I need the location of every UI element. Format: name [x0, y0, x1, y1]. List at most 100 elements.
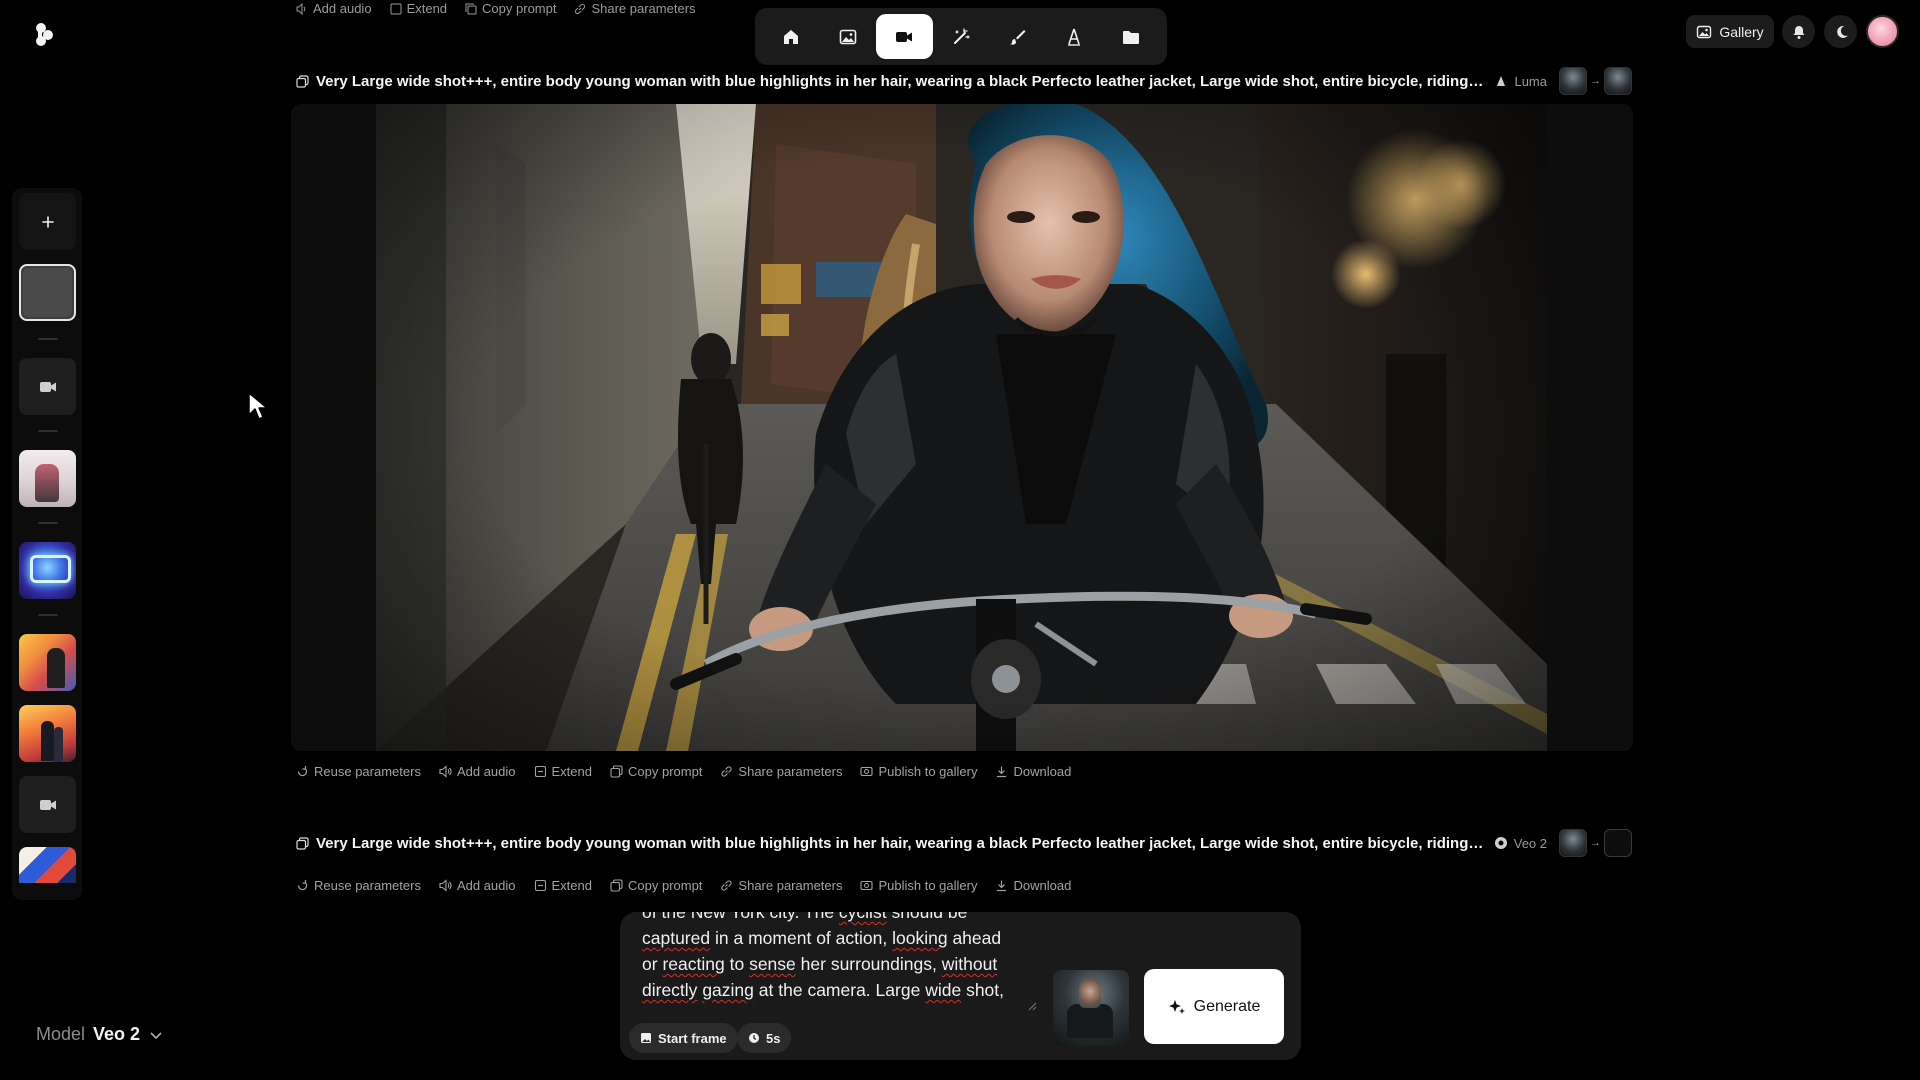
video-frame — [376, 104, 1547, 751]
brush-icon — [1009, 29, 1026, 45]
start-frame-preview[interactable] — [1053, 970, 1129, 1046]
history-item-thumbnail[interactable] — [19, 542, 76, 599]
history-item-video[interactable] — [19, 776, 76, 833]
speaker-icon — [439, 879, 452, 892]
gallery-icon — [1697, 25, 1712, 38]
add-audio-action[interactable]: Add audio — [439, 764, 516, 779]
notifications-button[interactable] — [1782, 15, 1815, 48]
publish-to-gallery-action[interactable]: Publish to gallery — [860, 764, 977, 779]
extend-action[interactable]: Extend — [534, 878, 592, 893]
sidebar-divider — [38, 430, 58, 432]
share-parameters-action[interactable]: Share parameters — [720, 764, 842, 779]
krea-logo[interactable] — [30, 20, 58, 48]
nav-enhance[interactable] — [933, 14, 990, 59]
publish-to-gallery-action[interactable]: Publish to gallery — [860, 878, 977, 893]
add-audio-action[interactable]: Add audio — [296, 1, 372, 16]
copy-prompt-action[interactable]: Copy prompt — [610, 878, 702, 893]
prompt-line: directly gazing at the camera. Large wid… — [642, 980, 1005, 1000]
speaker-icon — [439, 765, 452, 778]
end-frame-thumbnail[interactable] — [1604, 67, 1632, 95]
prompt-composer: of the New York city. The cyclist should… — [620, 912, 1301, 1060]
extend-icon — [534, 879, 546, 892]
nav-assets[interactable] — [1102, 14, 1159, 59]
end-frame-empty[interactable] — [1604, 829, 1632, 857]
reuse-icon — [297, 880, 308, 891]
generation-actions: Reuse parameters Add audio Extend Copy p… — [296, 878, 1071, 893]
prompt-line: or reacting to sense her surroundings, w… — [642, 954, 998, 974]
video-icon — [39, 381, 56, 392]
nav-video[interactable] — [876, 14, 933, 59]
theme-toggle-button[interactable] — [1824, 15, 1857, 48]
video-icon — [39, 799, 56, 810]
share-parameters-action[interactable]: Share parameters — [720, 878, 842, 893]
prompt-textarea[interactable]: of the New York city. The cyclist should… — [642, 912, 1042, 1016]
history-item-thumbnail[interactable] — [19, 705, 76, 762]
download-action[interactable]: Download — [995, 878, 1071, 893]
engine-badge: Luma — [1494, 74, 1547, 89]
main-nav — [755, 8, 1167, 65]
download-action[interactable]: Download — [995, 764, 1071, 779]
extend-icon — [390, 3, 402, 14]
moon-icon — [1836, 25, 1848, 38]
generation-actions: Reuse parameters Add audio Extend Copy p… — [296, 764, 1071, 779]
video-player[interactable] — [376, 104, 1547, 751]
copy-icon[interactable] — [296, 836, 309, 850]
nav-home[interactable] — [763, 14, 820, 59]
history-item-selected[interactable] — [19, 264, 76, 321]
resize-handle-icon[interactable] — [1027, 1001, 1037, 1011]
magic-wand-icon — [954, 27, 970, 44]
mouse-cursor-icon — [248, 392, 268, 420]
model-label: Model — [36, 1024, 86, 1044]
publish-icon — [860, 880, 874, 891]
new-generation-button[interactable] — [19, 193, 76, 250]
prompt-line: captured in a moment of action, looking … — [642, 928, 1002, 948]
copy-icon — [610, 879, 623, 892]
copy-prompt-action[interactable]: Copy prompt — [465, 1, 556, 16]
copy-icon — [465, 3, 477, 14]
speaker-icon — [296, 2, 306, 15]
publish-icon — [860, 766, 874, 777]
engine-badge: Veo 2 — [1494, 836, 1547, 851]
history-item-video[interactable] — [19, 358, 76, 415]
extend-action[interactable]: Extend — [534, 764, 592, 779]
reuse-parameters-action[interactable]: Reuse parameters — [296, 764, 421, 779]
share-parameters-action[interactable]: Share parameters — [574, 1, 696, 16]
video-icon — [896, 31, 913, 42]
link-icon — [721, 880, 733, 891]
start-frame-thumbnail[interactable] — [1559, 67, 1587, 95]
chevron-down-icon — [150, 1031, 162, 1039]
add-audio-action[interactable]: Add audio — [439, 878, 516, 893]
folder-icon — [1122, 30, 1139, 44]
copy-prompt-action[interactable]: Copy prompt — [610, 764, 702, 779]
nav-image[interactable] — [820, 14, 877, 59]
arrow-right-icon: → — [1590, 837, 1601, 849]
user-avatar[interactable] — [1866, 15, 1899, 48]
history-item-thumbnail[interactable] — [19, 634, 76, 691]
copy-icon[interactable] — [296, 74, 309, 88]
start-frame-button[interactable]: Start frame — [629, 1023, 738, 1053]
nav-draw[interactable] — [989, 14, 1046, 59]
link-icon — [721, 766, 733, 777]
history-item-thumbnail[interactable] — [19, 450, 76, 507]
extend-action[interactable]: Extend — [390, 1, 447, 16]
nav-text[interactable] — [1046, 14, 1103, 59]
generate-button[interactable]: Generate — [1144, 969, 1284, 1044]
duration-button[interactable]: 5s — [737, 1023, 792, 1053]
download-icon — [997, 766, 1007, 778]
generation-prompt[interactable]: Very Large wide shot+++, entire body you… — [316, 835, 1484, 852]
bell-icon — [1793, 25, 1804, 39]
gallery-button[interactable]: Gallery — [1686, 15, 1774, 48]
history-item-thumbnail[interactable] — [19, 847, 76, 883]
sidebar-divider — [38, 522, 58, 524]
generation-prompt-row: Very Large wide shot+++, entire body you… — [296, 829, 1632, 857]
generation-prompt[interactable]: Very Large wide shot+++, entire body you… — [316, 73, 1484, 90]
model-selector[interactable]: Model Veo 2 — [36, 1024, 164, 1045]
text-icon — [1068, 28, 1081, 46]
extend-icon — [534, 765, 546, 778]
sidebar-divider — [38, 614, 58, 616]
model-value: Veo 2 — [93, 1024, 141, 1044]
luma-icon — [1497, 76, 1506, 86]
reuse-parameters-action[interactable]: Reuse parameters — [296, 878, 421, 893]
arrow-right-icon: → — [1590, 75, 1601, 87]
start-frame-thumbnail[interactable] — [1559, 829, 1587, 857]
